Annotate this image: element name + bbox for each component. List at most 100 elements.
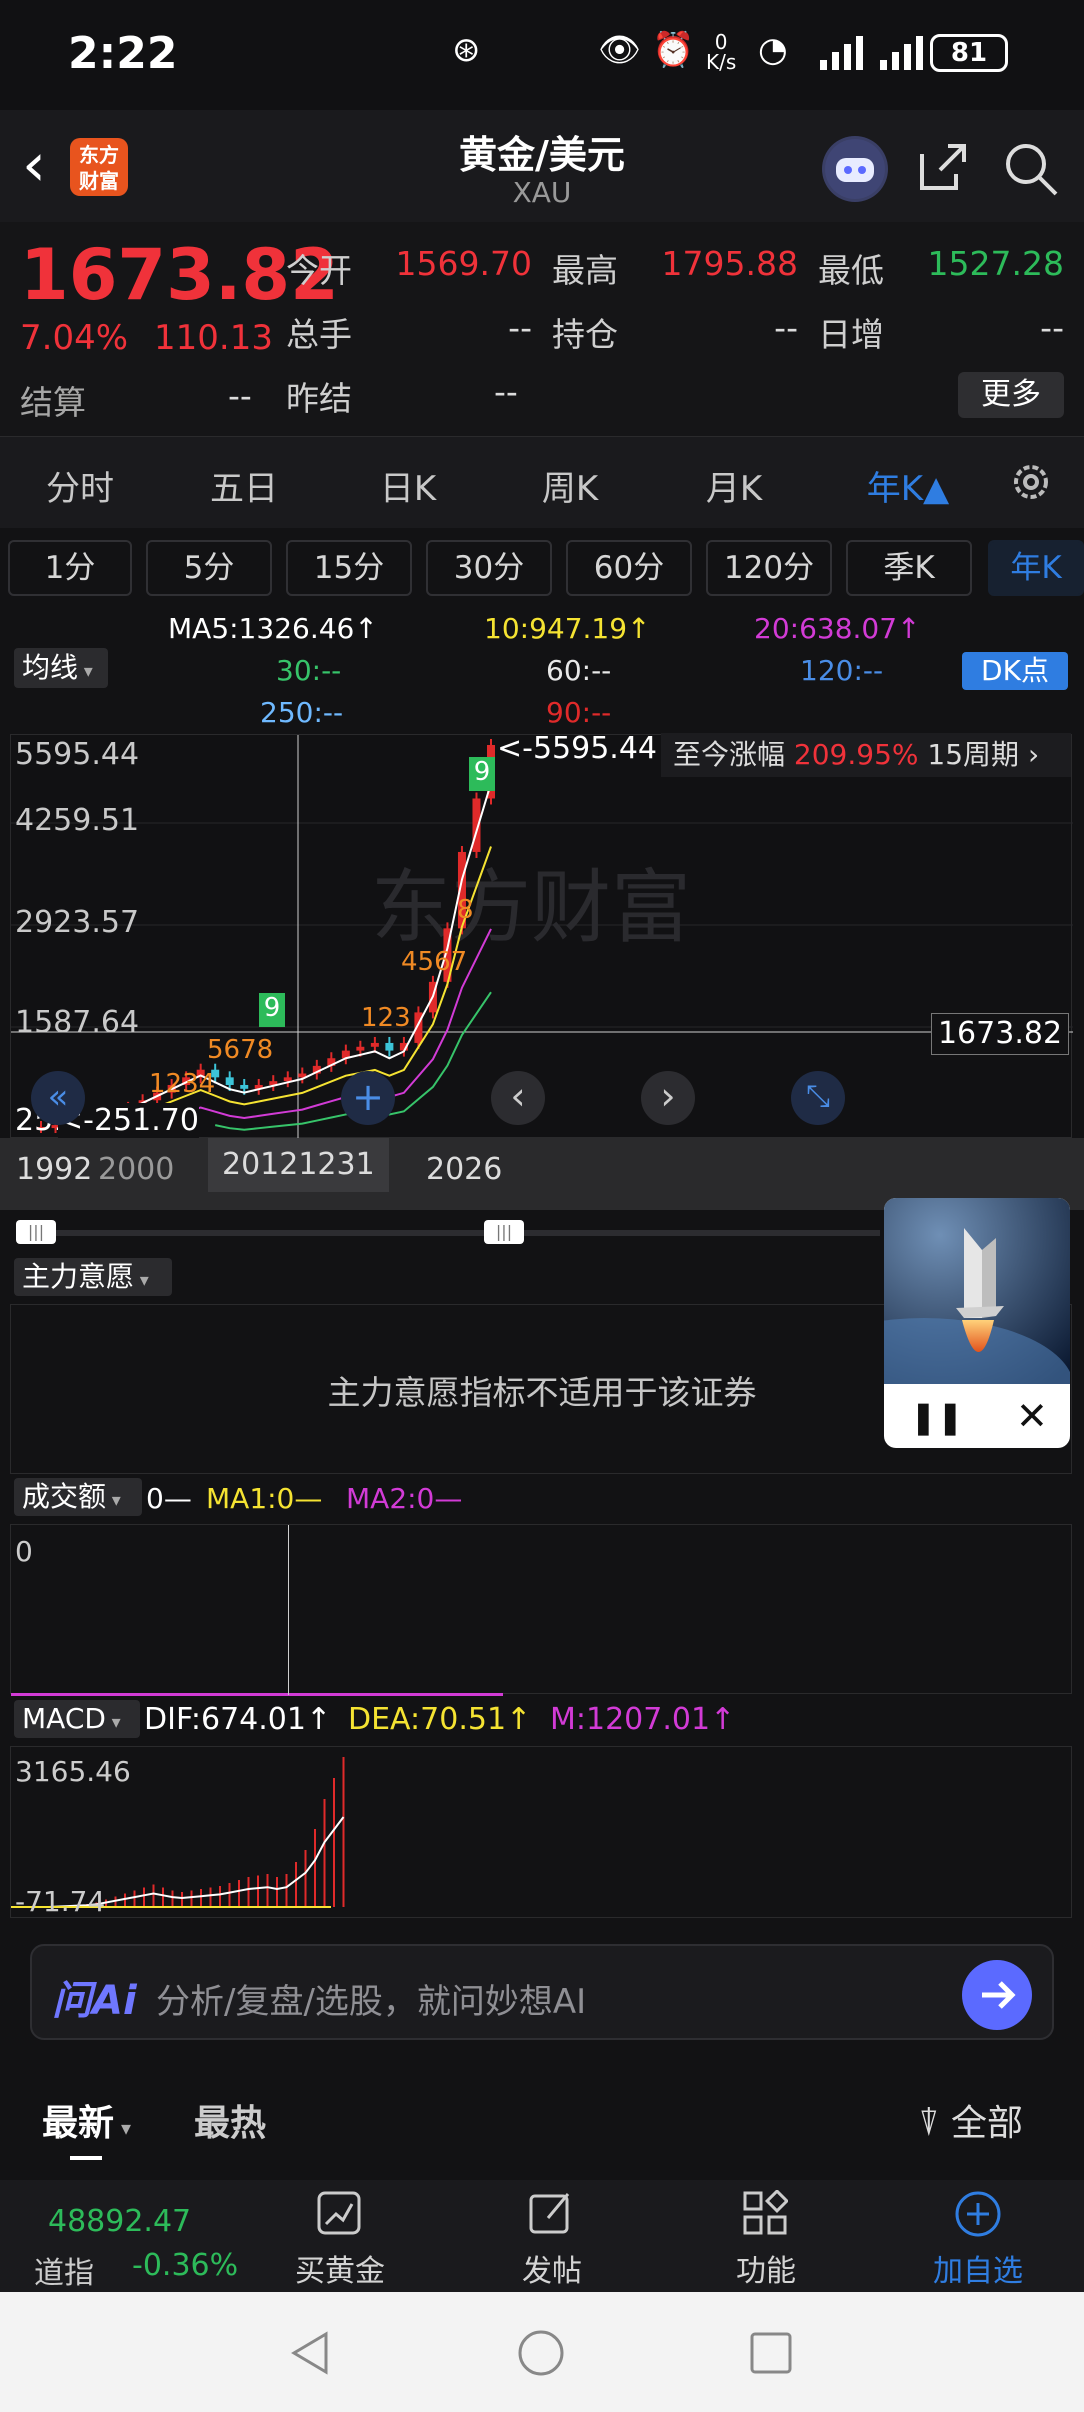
- nav-buy-gold[interactable]: 买黄金: [270, 2246, 410, 2290]
- change-percent: 7.04%: [20, 318, 129, 358]
- macd-dea: DEA:70.51↑: [348, 1702, 532, 1737]
- ai-logo: 问Ai: [52, 1978, 137, 2024]
- ma60-value: 60:--: [546, 654, 612, 687]
- period-buttons: 1分 5分 15分 30分 60分 120分 季K 年K: [0, 528, 1084, 604]
- next-icon[interactable]: ›: [641, 1071, 695, 1125]
- wifi-icon: ◔: [758, 30, 788, 70]
- fullscreen-icon[interactable]: ⤡: [791, 1071, 845, 1125]
- pause-icon[interactable]: ❚❚: [910, 1398, 964, 1436]
- back-icon[interactable]: ‹: [22, 135, 46, 195]
- share-icon[interactable]: [916, 140, 970, 194]
- volume-value: 0—: [146, 1482, 192, 1515]
- period-15min[interactable]: 15分: [286, 540, 412, 596]
- period-quarter[interactable]: 季K: [846, 540, 972, 596]
- vibrate-icon: ⊛: [452, 30, 481, 70]
- oi-value: --: [774, 308, 798, 347]
- more-button[interactable]: 更多: [958, 372, 1064, 418]
- tab-weekly[interactable]: 周K: [510, 461, 630, 510]
- watermark: 东方财富: [371, 861, 691, 954]
- y-tick-3: 2923.57: [15, 905, 140, 940]
- ma90-value: 90:--: [546, 696, 612, 729]
- ma250-value: 250:--: [260, 696, 344, 729]
- tab-hot[interactable]: 最热: [194, 2094, 266, 2146]
- y-tick-max: 5595.44: [15, 737, 140, 772]
- chart-period-tabs: 分时 五日 日K 周K 月K 年K▲: [0, 436, 1084, 528]
- oi-label: 持仓: [552, 315, 618, 354]
- x-tick-1992: 1992: [16, 1152, 93, 1187]
- post-icon: [528, 2190, 574, 2236]
- prev-settle-value: --: [494, 372, 518, 411]
- main-force-select[interactable]: 主力意愿 ▾: [14, 1258, 172, 1296]
- alarm-icon: ⏰: [652, 30, 695, 70]
- ma-type-select[interactable]: 均线 ▾: [14, 648, 108, 688]
- period-120min[interactable]: 120分: [706, 540, 832, 596]
- battery-icon: 81: [930, 34, 1008, 72]
- nav-function[interactable]: 功能: [696, 2246, 836, 2290]
- index-name[interactable]: 道指: [34, 2248, 94, 2292]
- tab-daily[interactable]: 日K: [348, 461, 468, 510]
- arrow-right-icon[interactable]: [962, 1960, 1032, 2030]
- sys-back-icon[interactable]: [286, 2328, 336, 2382]
- td-seq-2: 5678: [207, 1035, 274, 1065]
- ma5-value: MA5:1326.46↑: [168, 612, 378, 645]
- td-seq-4: 4567: [401, 947, 468, 977]
- slider-handle-left[interactable]: |||: [16, 1220, 56, 1244]
- tab-monthly[interactable]: 月K: [674, 461, 794, 510]
- high-label: 最高: [552, 251, 618, 290]
- nav-add-watch[interactable]: 加自选: [908, 2246, 1048, 2290]
- volume-ma2: MA2:0—: [346, 1482, 463, 1515]
- tab-5day[interactable]: 五日: [184, 461, 304, 510]
- floating-video[interactable]: ❚❚ ✕: [884, 1198, 1070, 1448]
- ma10-value: 10:947.19↑: [484, 612, 651, 645]
- x-tick-2000: 2000: [98, 1152, 175, 1187]
- tab-yearly[interactable]: 年K▲: [848, 461, 968, 510]
- rewind-icon[interactable]: «: [31, 1071, 85, 1125]
- since-change-bar[interactable]: 至今涨幅 209.95% 15周期 ›: [661, 733, 1071, 777]
- prev-icon[interactable]: ‹: [491, 1071, 545, 1125]
- td-nine-2: 9: [469, 757, 495, 791]
- buy-gold-icon: [316, 2190, 362, 2236]
- filter-button[interactable]: ⍒ 全部: [918, 2094, 1023, 2146]
- gear-icon[interactable]: [1008, 459, 1054, 505]
- high-value: 1795.88: [661, 244, 798, 283]
- search-icon[interactable]: [1002, 140, 1060, 198]
- x-tick-2026: 2026: [426, 1152, 503, 1187]
- period-year[interactable]: 年K: [988, 540, 1084, 596]
- max-mark: <-5595.44: [497, 731, 658, 766]
- x-crosshair-date: 20121231: [208, 1138, 389, 1192]
- slider-handle-right[interactable]: |||: [484, 1220, 524, 1244]
- zoom-in-icon[interactable]: +: [341, 1071, 395, 1125]
- close-icon[interactable]: ✕: [1016, 1394, 1048, 1438]
- volume-select[interactable]: 成交额 ▾: [14, 1478, 142, 1516]
- volume-value: --: [508, 308, 532, 347]
- sys-recent-icon[interactable]: [746, 2328, 796, 2382]
- tab-latest[interactable]: 最新 ▾: [42, 2094, 131, 2146]
- ai-robot-icon[interactable]: [822, 136, 888, 202]
- signal-icon-2: [880, 34, 926, 70]
- bottom-nav: 48892.47 道指 -0.36% 买黄金 发帖 功能 加自选: [0, 2180, 1084, 2292]
- period-1min[interactable]: 1分: [8, 540, 132, 596]
- period-30min[interactable]: 30分: [426, 540, 552, 596]
- tab-intraday[interactable]: 分时: [20, 461, 140, 510]
- macd-dif: DIF:674.01↑: [144, 1702, 332, 1737]
- sys-home-icon[interactable]: [516, 2328, 566, 2382]
- kline-chart[interactable]: 东方财富 5595.44 4259.51 2923.57 1587.64 251…: [10, 731, 1073, 1139]
- low-label: 最低: [818, 251, 884, 290]
- nav-post[interactable]: 发帖: [482, 2246, 622, 2290]
- low-value: 1527.28: [927, 244, 1064, 283]
- volume-y0: 0: [15, 1535, 33, 1568]
- ai-ask-bar[interactable]: 问Ai 分析/复盘/选股，就问妙想AI: [30, 1944, 1054, 2040]
- signal-icon: [820, 34, 866, 70]
- rocket-image: [884, 1198, 1070, 1384]
- inc-label: 日增: [818, 315, 884, 354]
- td-seq-1: 1234: [149, 1069, 216, 1099]
- eye-icon: 👁: [598, 30, 642, 70]
- macd-select[interactable]: MACD ▾: [14, 1700, 140, 1738]
- prev-settle-label: 昨结: [286, 379, 352, 418]
- period-60min[interactable]: 60分: [566, 540, 692, 596]
- period-5min[interactable]: 5分: [146, 540, 272, 596]
- macd-panel: 3165.46 -71.74: [10, 1746, 1072, 1918]
- td-seq-3: 123: [361, 1003, 411, 1033]
- system-nav-bar: [0, 2292, 1084, 2412]
- dk-point-button[interactable]: DK点: [962, 652, 1068, 690]
